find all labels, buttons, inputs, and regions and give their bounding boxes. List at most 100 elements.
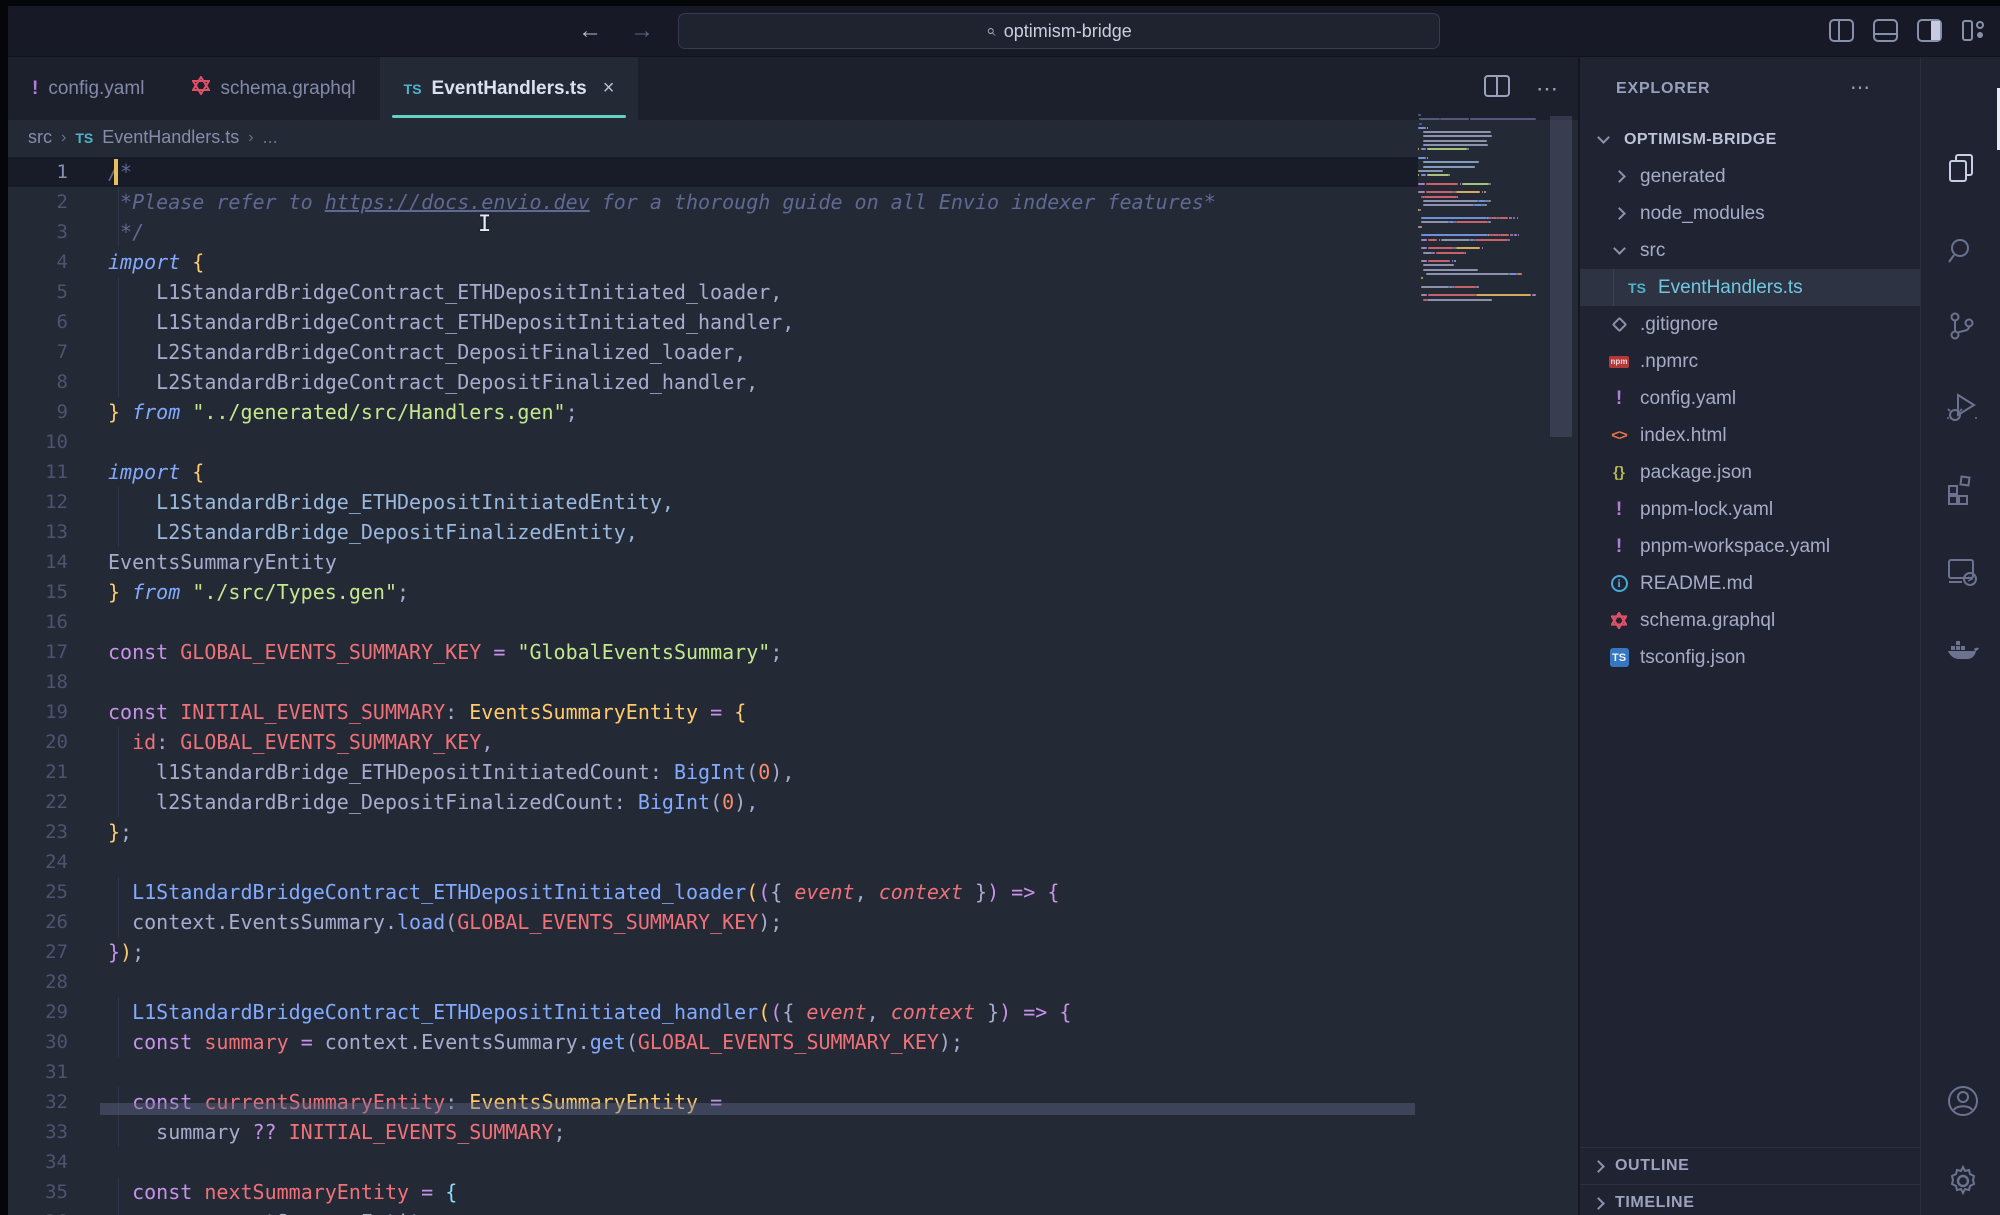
nav-back-icon[interactable]: ← xyxy=(575,16,605,46)
code-line-26[interactable]: 26 context.EventsSummary.load(GLOBAL_EVE… xyxy=(8,907,1578,937)
code-line-21[interactable]: 21 l1StandardBridge_ETHDepositInitiatedC… xyxy=(8,757,1578,787)
account-icon[interactable] xyxy=(1946,1084,1978,1116)
code-line-13[interactable]: 13 L2StandardBridge_DepositFinalizedEnti… xyxy=(8,517,1578,547)
minimap-line xyxy=(1418,140,1548,142)
command-center-search[interactable]: ⌕ optimism-bridge xyxy=(678,13,1440,49)
tree-item-pnpm-workspace.yaml[interactable]: !pnpm-workspace.yaml xyxy=(1580,528,1920,565)
line-number: 25 xyxy=(8,877,68,907)
line-number: 22 xyxy=(8,787,68,817)
tree-item-node_modules[interactable]: node_modules xyxy=(1580,195,1920,232)
vertical-scrollbar[interactable] xyxy=(1550,116,1572,437)
ts-icon: TS xyxy=(75,130,93,146)
code-line-3[interactable]: 3 */ xyxy=(8,217,1578,247)
code-line-8[interactable]: 8 L2StandardBridgeContract_DepositFinali… xyxy=(8,367,1578,397)
chevron-right-icon xyxy=(1613,170,1626,183)
code-line-19[interactable]: 19const INITIAL_EVENTS_SUMMARY: EventsSu… xyxy=(8,697,1578,727)
remote-icon[interactable] xyxy=(1946,555,1978,587)
window-top-edge xyxy=(0,0,2000,6)
code-line-4[interactable]: 4import { xyxy=(8,247,1578,277)
tab-EventHandlers.ts[interactable]: TSEventHandlers.ts× xyxy=(380,57,639,120)
tab-schema.graphql[interactable]: schema.graphql xyxy=(168,57,379,120)
panel-right-active-icon[interactable] xyxy=(1917,19,1942,42)
code-line-15[interactable]: 15} from "./src/Types.gen"; xyxy=(8,577,1578,607)
code-line-30[interactable]: 30 const summary = context.EventsSummary… xyxy=(8,1027,1578,1057)
source-control-icon[interactable] xyxy=(1946,310,1978,342)
breadcrumb-file[interactable]: EventHandlers.ts xyxy=(102,127,239,148)
indent-guide xyxy=(118,1207,119,1215)
code-line-6[interactable]: 6 L1StandardBridgeContract_ETHDepositIni… xyxy=(8,307,1578,337)
code-line-18[interactable]: 18 xyxy=(8,667,1578,697)
extensions-icon[interactable] xyxy=(1946,474,1978,506)
tree-item-package.json[interactable]: {}package.json xyxy=(1580,454,1920,491)
tree-indent-guide xyxy=(1613,269,1614,306)
code-line-36[interactable]: 36 ...currentSummaryEntity, xyxy=(8,1207,1578,1215)
tree-item-tsconfig.json[interactable]: TStsconfig.json xyxy=(1580,639,1920,676)
split-editor-icon[interactable] xyxy=(1484,75,1510,102)
tree-item-index.html[interactable]: <>index.html xyxy=(1580,417,1920,454)
breadcrumb-symbol[interactable]: ... xyxy=(263,127,278,148)
panel-left-icon[interactable] xyxy=(1829,19,1854,42)
code-line-35[interactable]: 35 const nextSummaryEntity = { xyxy=(8,1177,1578,1207)
panel-bottom-icon[interactable] xyxy=(1873,19,1898,42)
code-line-12[interactable]: 12 L1StandardBridge_ETHDepositInitiatedE… xyxy=(8,487,1578,517)
tab-config.yaml[interactable]: !config.yaml xyxy=(8,57,168,120)
explorer-more-icon[interactable]: ⋯ xyxy=(1850,75,1872,100)
code-line-29[interactable]: 29 L1StandardBridgeContract_ETHDepositIn… xyxy=(8,997,1578,1027)
code-line-14[interactable]: 14EventsSummaryEntity xyxy=(8,547,1578,577)
minimap-line xyxy=(1418,127,1548,129)
tree-item-OPTIMISM-BRIDGE[interactable]: OPTIMISM-BRIDGE xyxy=(1580,121,1920,158)
run-debug-icon[interactable] xyxy=(1946,391,1978,423)
code-line-33[interactable]: 33 summary ?? INITIAL_EVENTS_SUMMARY; xyxy=(8,1117,1578,1147)
code-line-16[interactable]: 16 xyxy=(8,607,1578,637)
tree-item-README.md[interactable]: iREADME.md xyxy=(1580,565,1920,602)
minimap-line xyxy=(1418,221,1548,223)
typescript-icon: TS xyxy=(1624,280,1650,296)
code-line-28[interactable]: 28 xyxy=(8,967,1578,997)
line-number: 35 xyxy=(8,1177,68,1207)
code-line-10[interactable]: 10 xyxy=(8,427,1578,457)
tree-item-.gitignore[interactable]: .gitignore xyxy=(1580,306,1920,343)
search-icon[interactable] xyxy=(1946,235,1978,267)
tree-item-generated[interactable]: generated xyxy=(1580,158,1920,195)
layout-customize-icon[interactable] xyxy=(1961,19,1986,42)
graphql-icon xyxy=(1606,612,1632,629)
code-line-5[interactable]: 5 L1StandardBridgeContract_ETHDepositIni… xyxy=(8,277,1578,307)
code-line-25[interactable]: 25 L1StandardBridgeContract_ETHDepositIn… xyxy=(8,877,1578,907)
tree-item-config.yaml[interactable]: !config.yaml xyxy=(1580,380,1920,417)
close-icon[interactable]: × xyxy=(603,77,615,100)
minimap-line xyxy=(1418,247,1548,249)
minimap-line xyxy=(1418,209,1548,211)
code-line-31[interactable]: 31 xyxy=(8,1057,1578,1087)
code-line-11[interactable]: 11import { xyxy=(8,457,1578,487)
settings-icon[interactable] xyxy=(1946,1164,1978,1196)
nav-forward-icon[interactable]: → xyxy=(627,16,657,46)
tree-item-label: index.html xyxy=(1640,425,1727,447)
code-line-1[interactable]: 1/* xyxy=(8,157,1418,187)
code-line-9[interactable]: 9} from "../generated/src/Handlers.gen"; xyxy=(8,397,1578,427)
code-line-23[interactable]: 23}; xyxy=(8,817,1578,847)
outline-section[interactable]: OUTLINE xyxy=(1580,1147,1920,1184)
files-icon[interactable] xyxy=(1946,153,1978,185)
breadcrumb-src[interactable]: src xyxy=(28,127,52,148)
editor-more-actions-icon[interactable]: ⋯ xyxy=(1536,76,1560,102)
breadcrumb[interactable]: src › TS EventHandlers.ts › ... xyxy=(8,120,1578,155)
code-line-17[interactable]: 17const GLOBAL_EVENTS_SUMMARY_KEY = "Glo… xyxy=(8,637,1578,667)
tree-item-pnpm-lock.yaml[interactable]: !pnpm-lock.yaml xyxy=(1580,491,1920,528)
horizontal-scrollbar[interactable] xyxy=(100,1103,1415,1115)
code-line-24[interactable]: 24 xyxy=(8,847,1578,877)
code-line-27[interactable]: 27}); xyxy=(8,937,1578,967)
tree-item-src[interactable]: src xyxy=(1580,232,1920,269)
code-editor[interactable]: 1/*2 *Please refer to https://docs.envio… xyxy=(8,157,1578,1215)
minimap[interactable] xyxy=(1418,114,1548,404)
code-line-7[interactable]: 7 L2StandardBridgeContract_DepositFinali… xyxy=(8,337,1578,367)
code-line-22[interactable]: 22 l2StandardBridge_DepositFinalizedCoun… xyxy=(8,787,1578,817)
code-line-20[interactable]: 20 id: GLOBAL_EVENTS_SUMMARY_KEY, xyxy=(8,727,1578,757)
tree-item-label: pnpm-lock.yaml xyxy=(1640,499,1773,521)
docker-icon[interactable] xyxy=(1946,633,1978,665)
tree-item-EventHandlers.ts[interactable]: TSEventHandlers.ts xyxy=(1580,269,1920,306)
code-line-34[interactable]: 34 xyxy=(8,1147,1578,1177)
code-line-2[interactable]: 2 *Please refer to https://docs.envio.de… xyxy=(8,187,1578,217)
timeline-section[interactable]: TIMELINE xyxy=(1580,1184,1920,1215)
tree-item-schema.graphql[interactable]: schema.graphql xyxy=(1580,602,1920,639)
tree-item-.npmrc[interactable]: npm.npmrc xyxy=(1580,343,1920,380)
